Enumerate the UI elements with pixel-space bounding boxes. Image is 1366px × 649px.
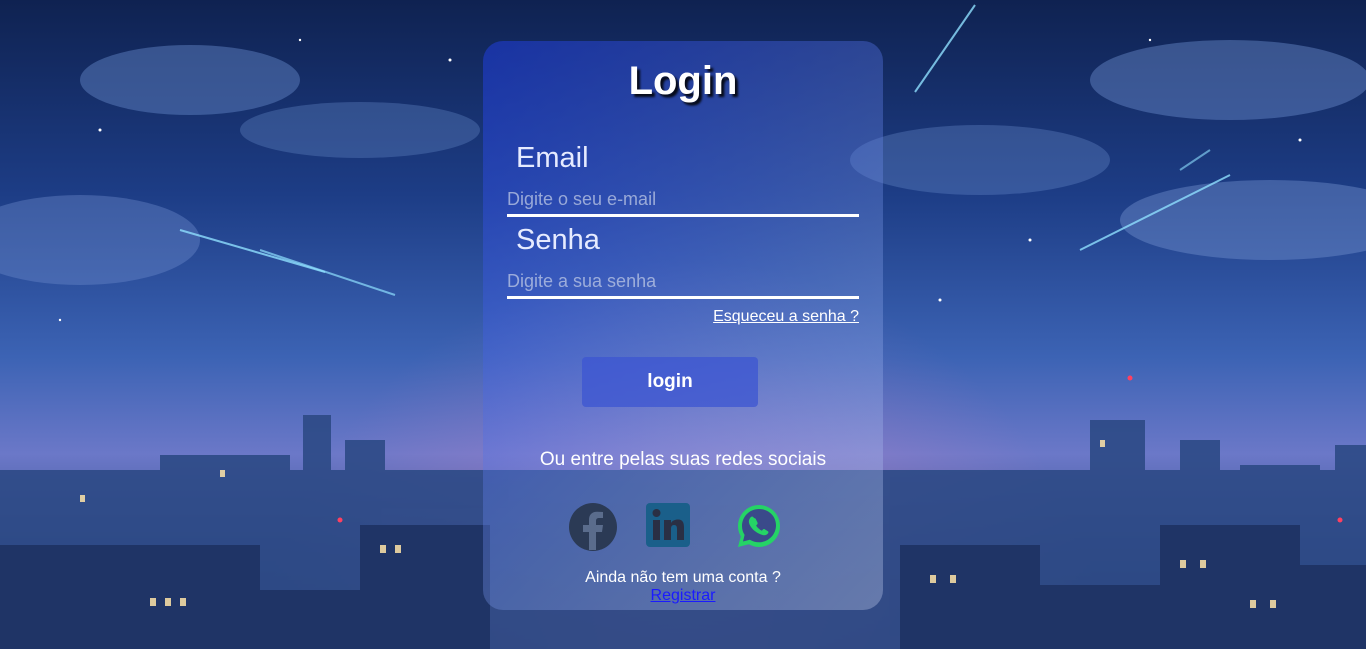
register-link[interactable]: Registrar bbox=[651, 587, 716, 604]
login-card: Login Email Senha Esqueceu a senha ? log… bbox=[483, 41, 883, 610]
forgot-password-link[interactable]: Esqueceu a senha ? bbox=[713, 308, 859, 326]
linkedin-icon[interactable] bbox=[645, 502, 691, 548]
facebook-icon[interactable] bbox=[568, 502, 618, 552]
login-title: Login bbox=[628, 59, 738, 103]
email-input[interactable] bbox=[507, 184, 859, 217]
password-label: Senha bbox=[516, 224, 600, 256]
password-input[interactable] bbox=[507, 266, 859, 299]
email-label: Email bbox=[516, 142, 589, 174]
social-prompt: Ou entre pelas suas redes sociais bbox=[539, 449, 827, 470]
social-login-list bbox=[483, 502, 883, 552]
register-row: Registrar bbox=[483, 587, 883, 605]
no-account-text: Ainda não tem uma conta ? bbox=[585, 569, 781, 586]
whatsapp-icon[interactable] bbox=[735, 502, 783, 550]
login-button[interactable]: login bbox=[582, 357, 758, 407]
